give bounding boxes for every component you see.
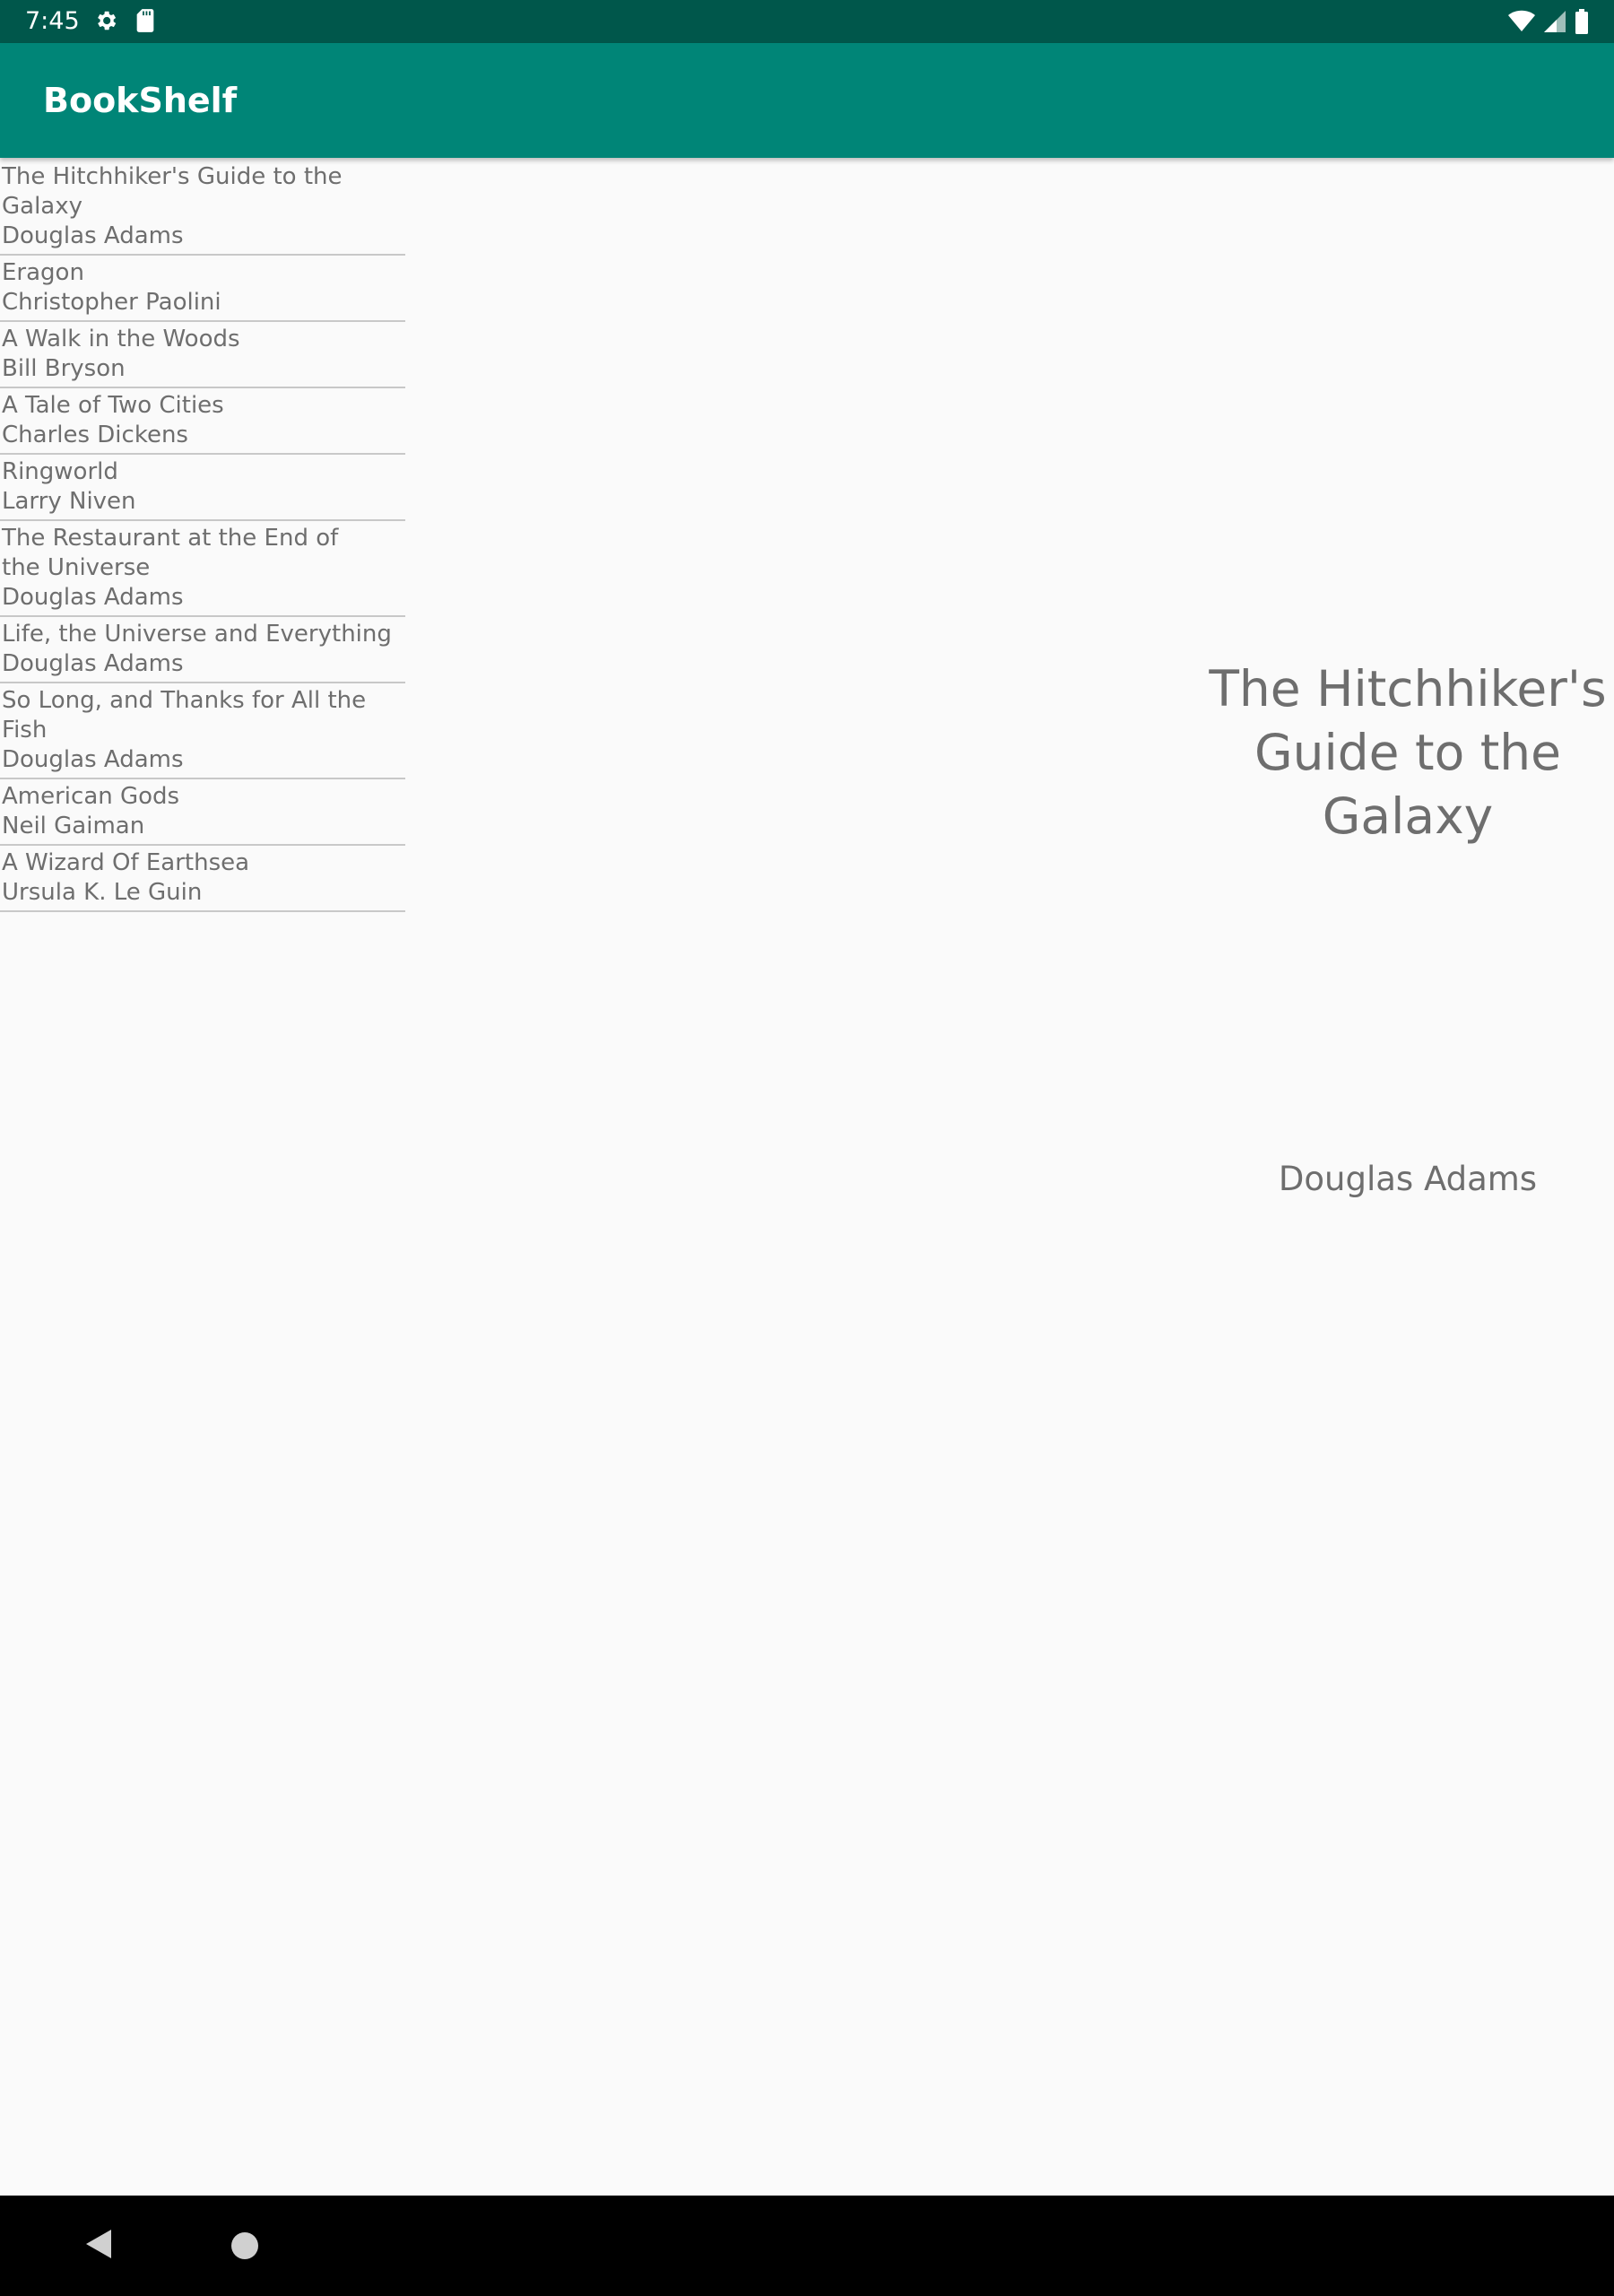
book-list-item[interactable]: A Walk in the Woods Bill Bryson	[0, 322, 405, 388]
book-title: The Restaurant at the End of the Univers…	[2, 525, 339, 581]
detail-book-title: The Hitchhiker's Guide to the Galaxy	[1209, 660, 1607, 845]
book-list-item[interactable]: American Gods Neil Gaiman	[0, 779, 405, 846]
navigation-bar	[0, 2196, 1614, 2296]
book-list-item[interactable]: A Wizard Of Earthsea Ursula K. Le Guin	[0, 846, 405, 912]
book-list-item[interactable]: So Long, and Thanks for All the Fish Dou…	[0, 683, 405, 779]
book-title: Life, the Universe and Everything	[2, 621, 392, 648]
book-author: Charles Dickens	[2, 422, 188, 448]
book-title: The Hitchhiker's Guide to the Galaxy	[2, 163, 343, 220]
book-author: Ursula K. Le Guin	[2, 879, 203, 906]
book-list-item[interactable]: Life, the Universe and Everything Dougla…	[0, 617, 405, 683]
back-icon[interactable]	[84, 2228, 113, 2264]
book-list: The Hitchhiker's Guide to the Galaxy Dou…	[0, 160, 405, 912]
wifi-icon	[1508, 10, 1535, 37]
book-title: Ringworld	[2, 458, 118, 485]
book-author: Douglas Adams	[2, 584, 184, 611]
sd-card-icon	[134, 8, 156, 37]
book-author: Bill Bryson	[2, 355, 126, 382]
book-author: Neil Gaiman	[2, 813, 145, 839]
app-bar: BookShelf	[0, 43, 1614, 158]
book-list-item[interactable]: A Tale of Two Cities Charles Dickens	[0, 388, 405, 455]
book-author: Larry Niven	[2, 488, 136, 515]
battery-icon	[1575, 9, 1589, 38]
book-list-item[interactable]: The Hitchhiker's Guide to the Galaxy Dou…	[0, 160, 405, 256]
book-list-item[interactable]: Ringworld Larry Niven	[0, 455, 405, 521]
book-author: Douglas Adams	[2, 650, 184, 677]
home-icon[interactable]	[231, 2232, 258, 2259]
settings-icon	[93, 8, 118, 37]
book-list-item[interactable]: The Restaurant at the End of the Univers…	[0, 521, 405, 617]
status-icons-right	[1508, 9, 1589, 38]
book-author: Douglas Adams	[2, 222, 184, 249]
status-time: 7:45	[25, 7, 80, 35]
book-title: American Gods	[2, 783, 180, 810]
status-bar: 7:45	[0, 0, 1614, 43]
book-author: Douglas Adams	[2, 746, 184, 773]
book-list-item[interactable]: Eragon Christopher Paolini	[0, 256, 405, 322]
book-author: Christopher Paolini	[2, 289, 221, 316]
book-title: So Long, and Thanks for All the Fish	[2, 687, 367, 744]
book-title: Eragon	[2, 259, 84, 286]
status-icons-left	[93, 8, 156, 37]
detail-book-author: Douglas Adams	[1278, 1160, 1538, 1198]
app-title: BookShelf	[43, 81, 238, 120]
book-title: A Tale of Two Cities	[2, 392, 224, 419]
book-title: A Walk in the Woods	[2, 326, 240, 352]
book-title: A Wizard Of Earthsea	[2, 849, 250, 876]
cellular-signal-icon	[1544, 11, 1566, 36]
